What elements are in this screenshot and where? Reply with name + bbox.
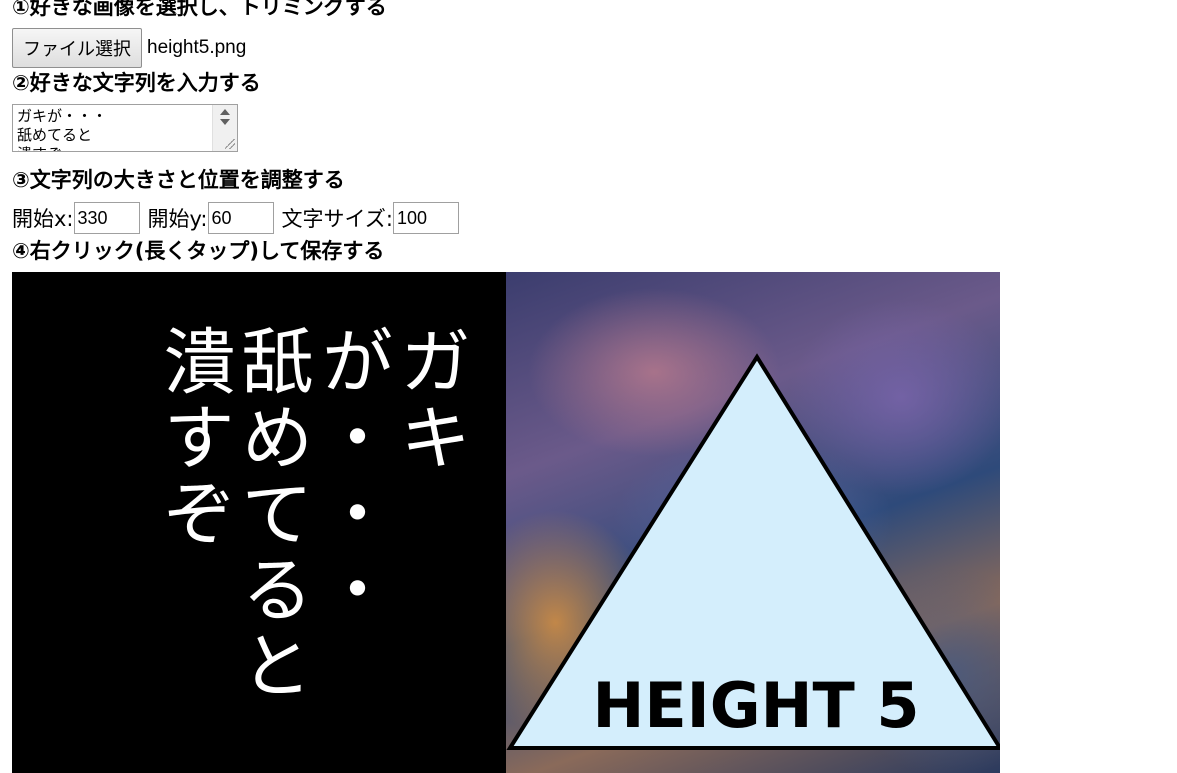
caption-column-2: 舐めてると (229, 324, 313, 704)
step4-heading: ④右クリック(長くタップ)して保存する (12, 239, 385, 263)
start-x-input[interactable]: 330 (73, 202, 140, 234)
start-x-label: 開始x: (12, 207, 74, 231)
font-size-label: 文字サイズ: (281, 207, 393, 231)
step1-heading: ①好きな画像を選択し、トリミングする (12, 0, 387, 19)
scroll-down-icon[interactable] (220, 119, 230, 125)
resize-grip-icon[interactable] (225, 139, 235, 149)
caption-column-3: 潰すぞ (151, 324, 235, 552)
text-input-value[interactable]: ガキが・・・ 舐めてると 潰すぞ (17, 107, 213, 151)
position-controls: 開始x: 330 開始y: 60 文字サイズ: 100 (12, 201, 459, 235)
file-select-row: ファイル選択 height5.png (12, 28, 246, 68)
text-input-area[interactable]: ガキが・・・ 舐めてると 潰すぞ (12, 104, 238, 152)
badge-text: HEIGHT 5 (592, 669, 919, 742)
selected-file-name: height5.png (147, 37, 247, 58)
start-y-input[interactable]: 60 (207, 202, 274, 234)
font-size-input[interactable]: 100 (392, 202, 459, 234)
file-select-button[interactable]: ファイル選択 (12, 28, 142, 68)
step3-heading: ③文字列の大きさと位置を調整する (12, 168, 345, 192)
caption-column-1: ガキが・・・ (309, 324, 471, 628)
text-panel: ガキが・・・ 舐めてると 潰すぞ (12, 272, 506, 773)
start-y-label: 開始y: (147, 207, 208, 231)
background-image: HEIGHT 5 (506, 272, 1000, 773)
step2-heading: ②好きな文字列を入力する (12, 71, 261, 95)
height5-logo: HEIGHT 5 (506, 353, 1000, 750)
scroll-up-icon[interactable] (220, 109, 230, 115)
output-canvas[interactable]: ガキが・・・ 舐めてると 潰すぞ HEIGHT 5 (12, 272, 1000, 773)
